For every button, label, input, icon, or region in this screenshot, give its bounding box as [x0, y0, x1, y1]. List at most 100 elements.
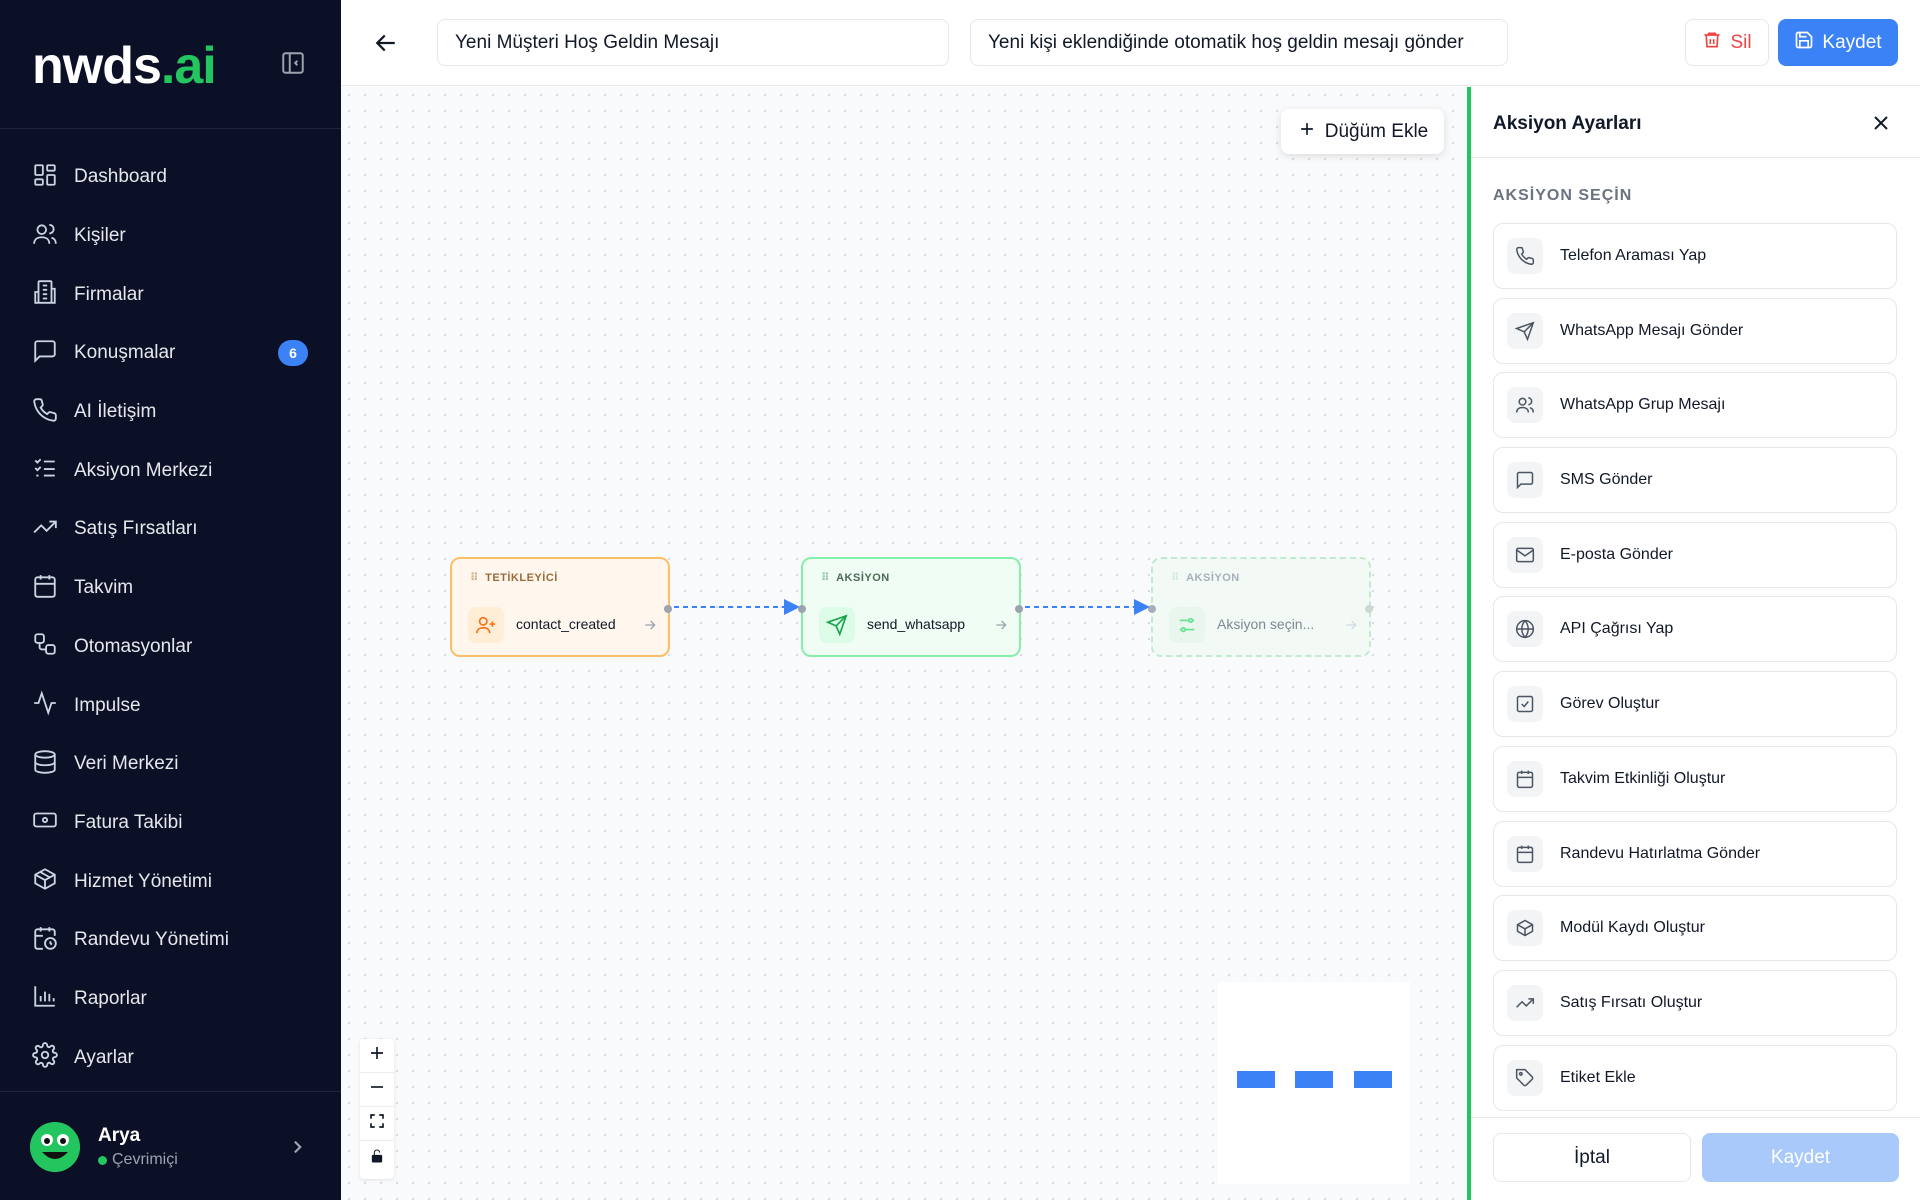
mail-icon — [1507, 536, 1543, 573]
sidebar-item-label: Takvim — [74, 577, 134, 599]
sidebar-item-label: Raporlar — [74, 987, 147, 1009]
sidebar-item-firmalar[interactable]: Firmalar — [0, 265, 341, 324]
sidebar-item-label: Hizmet Yönetimi — [74, 870, 212, 892]
sidebar-item-ai-iletisim[interactable]: AI İletişim — [0, 383, 341, 442]
sidebar-item-hizmet-yonetimi[interactable]: Hizmet Yönetimi — [0, 852, 341, 911]
sidebar-item-aksiyon-merkezi[interactable]: Aksiyon Merkezi — [0, 441, 341, 500]
chevron-right-icon[interactable] — [284, 1134, 310, 1160]
action-option-whatsapp-group[interactable]: WhatsApp Grup Mesajı — [1493, 372, 1897, 439]
action-label: Satış Fırsatı Oluştur — [1560, 993, 1703, 1011]
trending-up-icon — [32, 514, 58, 545]
brand-logo[interactable]: nwds.ai — [32, 36, 217, 96]
back-arrow-icon[interactable] — [371, 28, 401, 58]
delete-button[interactable]: Sil — [1685, 19, 1769, 66]
sidebar-item-takvim[interactable]: Takvim — [0, 559, 341, 618]
sidebar-item-otomasyonlar[interactable]: Otomasyonlar — [0, 618, 341, 677]
save-button[interactable]: Kaydet — [1778, 19, 1898, 66]
phone-icon — [32, 397, 58, 428]
editor-header: Sil Kaydet — [341, 0, 1920, 86]
action-option-sales-opportunity[interactable]: Satış Fırsatı Oluştur — [1493, 969, 1897, 1036]
user-plus-icon — [468, 607, 504, 643]
output-handle[interactable] — [664, 605, 672, 613]
banknote-icon — [32, 807, 58, 838]
action-option-appointment-reminder[interactable]: Randevu Hatırlatma Gönder — [1493, 820, 1897, 887]
input-handle[interactable] — [798, 605, 806, 613]
action-option-phone-call[interactable]: Telefon Araması Yap — [1493, 223, 1897, 289]
automation-name-input[interactable] — [437, 19, 949, 66]
sidebar-item-label: Firmalar — [74, 283, 144, 305]
minimap[interactable] — [1218, 982, 1410, 1184]
save-icon — [1794, 30, 1814, 56]
output-handle[interactable] — [1365, 605, 1373, 613]
action-option-email[interactable]: E-posta Gönder — [1493, 521, 1897, 588]
fit-view-button[interactable] — [360, 1107, 394, 1141]
action-option-whatsapp-message[interactable]: WhatsApp Mesajı Gönder — [1493, 297, 1897, 364]
automation-description-input[interactable] — [970, 19, 1508, 66]
sidebar-item-fatura-takibi[interactable]: Fatura Takibi — [0, 794, 341, 853]
sidebar-item-randevu-yonetimi[interactable]: Randevu Yönetimi — [0, 911, 341, 970]
node-text: Aksiyon seçin... — [1217, 616, 1315, 632]
minimap-node — [1354, 1071, 1392, 1088]
building-icon — [32, 279, 58, 310]
activity-icon — [32, 690, 58, 721]
action-settings-panel: Aksiyon Ayarları AKSİYON SEÇİN Telefon A… — [1467, 87, 1920, 1200]
pending-action-node[interactable]: ⠿ AKSİYON Aksiyon seçin... — [1148, 557, 1373, 657]
lock-button[interactable] — [360, 1141, 394, 1175]
tag-icon — [1507, 1059, 1543, 1096]
cancel-button[interactable]: İptal — [1493, 1133, 1691, 1182]
action-option-api-call[interactable]: API Çağrısı Yap — [1493, 596, 1897, 663]
output-handle[interactable] — [1015, 605, 1023, 613]
arrow-right-icon — [1343, 617, 1359, 633]
sidebar-item-label: Randevu Yönetimi — [74, 929, 229, 951]
sidebar-item-impulse[interactable]: Impulse — [0, 676, 341, 735]
action-node[interactable]: ⠿ AKSİYON send_whatsapp — [798, 557, 1023, 657]
plus-icon — [1297, 119, 1317, 145]
sidebar-item-veri-merkezi[interactable]: Veri Merkezi — [0, 735, 341, 794]
trigger-node[interactable]: ⠿ TETİKLEYİCİ contact_created — [450, 557, 672, 657]
sidebar-item-kisiler[interactable]: Kişiler — [0, 207, 341, 266]
sidebar-item-satis-firsatlari[interactable]: Satış Fırsatları — [0, 500, 341, 559]
panel-save-button[interactable]: Kaydet — [1702, 1133, 1899, 1182]
sidebar-item-konusmalar[interactable]: Konuşmalar 6 — [0, 324, 341, 383]
sidebar-nav: Dashboard Kişiler Firmalar Konuşmalar 6 … — [0, 148, 341, 1087]
action-option-module-record[interactable]: Modül Kaydı Oluştur — [1493, 895, 1897, 962]
sidebar-item-raporlar[interactable]: Raporlar — [0, 970, 341, 1029]
sidebar-item-ayarlar[interactable]: Ayarlar — [0, 1028, 341, 1087]
calendar-icon — [1507, 760, 1543, 797]
action-label: Modül Kaydı Oluştur — [1560, 919, 1705, 937]
action-option-create-task[interactable]: Görev Oluştur — [1493, 671, 1897, 738]
node-type-text: TETİKLEYİCİ — [485, 571, 558, 584]
add-node-button[interactable]: Düğüm Ekle — [1281, 109, 1444, 154]
save-button-label: Kaydet — [1822, 31, 1882, 53]
globe-icon — [1507, 611, 1543, 648]
calendar-icon — [1507, 835, 1543, 872]
sidebar-item-label: Veri Merkezi — [74, 753, 179, 775]
zoom-out-button[interactable] — [360, 1073, 394, 1107]
panel-footer: İptal Kaydet — [1471, 1117, 1920, 1200]
input-handle[interactable] — [1148, 605, 1156, 613]
user-status: Çevrimiçi — [98, 1151, 178, 1169]
user-name: Arya — [98, 1125, 141, 1146]
sidebar-item-label: AI İletişim — [74, 401, 157, 423]
node-type-label: ⠿ TETİKLEYİCİ — [470, 571, 558, 585]
sidebar-item-dashboard[interactable]: Dashboard — [0, 148, 341, 207]
action-option-add-tag[interactable]: Etiket Ekle — [1493, 1044, 1897, 1111]
minimap-node — [1237, 1071, 1275, 1088]
arrow-right-icon — [642, 617, 658, 633]
action-option-calendar-event[interactable]: Takvim Etkinliği Oluştur — [1493, 745, 1897, 812]
user-profile[interactable]: Arya Çevrimiçi — [30, 1122, 178, 1172]
sidebar-item-label: Fatura Takibi — [74, 811, 183, 833]
zoom-in-button[interactable] — [360, 1039, 394, 1073]
workflow-canvas[interactable]: Düğüm Ekle ⠿ TETİKLEYİCİ contact_created … — [341, 87, 1467, 1200]
sidebar-collapse-icon[interactable] — [280, 50, 306, 76]
sidebar-divider — [0, 128, 341, 129]
panel-title: Aksiyon Ayarları — [1493, 113, 1642, 134]
action-label: Takvim Etkinliği Oluştur — [1560, 769, 1726, 787]
sidebar-item-label: Ayarlar — [74, 1046, 134, 1068]
drag-handle-icon: ⠿ — [821, 572, 831, 584]
lock-icon — [369, 1148, 385, 1169]
close-icon[interactable] — [1869, 111, 1893, 135]
trending-up-icon — [1507, 984, 1543, 1021]
action-option-sms[interactable]: SMS Gönder — [1493, 447, 1897, 514]
action-label: API Çağrısı Yap — [1560, 620, 1674, 638]
